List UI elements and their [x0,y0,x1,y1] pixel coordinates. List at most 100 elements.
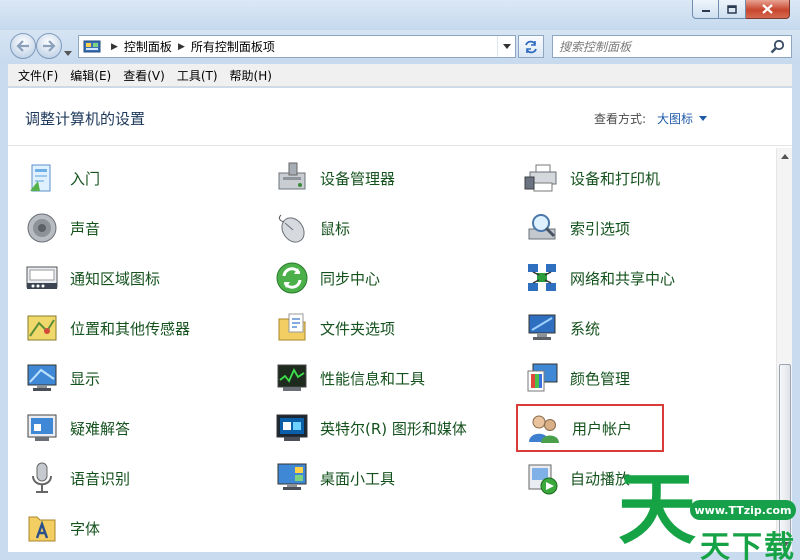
watermark-text: 天下载 [700,530,796,560]
getting-started-icon [24,160,60,196]
arrow-left-icon [16,40,29,52]
item-label: 声音 [70,219,101,238]
item-devices-printers[interactable]: 设备和打印机 [508,158,743,198]
item-system[interactable]: 系统 [508,308,743,348]
back-button[interactable] [10,33,36,59]
item-label: 文件夹选项 [320,319,396,338]
view-by-label: 查看方式: [594,112,647,126]
chevron-up-icon [781,153,789,159]
breadcrumb-separator: ▶ [177,41,185,52]
view-by-dropdown[interactable]: 大图标 [657,110,708,127]
control-panel-icon [83,40,101,52]
breadcrumb-separator: ▶ [111,41,118,52]
arrow-right-icon [43,40,56,52]
item-label: 字体 [70,519,101,538]
menu-help[interactable]: 帮助(H) [225,67,277,84]
item-desktop-gadgets[interactable]: 桌面小工具 [258,458,493,498]
minimize-icon [701,10,710,12]
item-network-sharing[interactable]: 网络和共享中心 [508,258,743,298]
maximize-icon [727,4,737,14]
refresh-icon [525,40,537,53]
item-label: 性能信息和工具 [320,369,426,388]
item-getting-started[interactable]: 入门 [8,158,243,198]
menu-bar: 文件(F) 编辑(E) 查看(V) 工具(T) 帮助(H) [8,64,792,87]
watermark-logo: 天 www.TTzip.com 天下载 [612,462,800,560]
address-dropdown[interactable] [497,36,515,57]
item-user-accounts[interactable]: 用户帐户 [516,404,664,452]
item-label: 用户帐户 [572,419,633,438]
device-manager-icon [274,160,310,196]
notification-area-icon [24,260,60,296]
item-performance[interactable]: 性能信息和工具 [258,358,493,398]
location-sensors-icon [24,310,60,346]
maximize-button[interactable] [719,0,746,19]
troubleshooting-icon [24,410,60,446]
item-label: 入门 [70,169,101,188]
item-device-manager[interactable]: 设备管理器 [258,158,493,198]
item-label: 鼠标 [320,219,351,238]
sync-center-icon [274,260,310,296]
autoplay-icon [524,460,560,496]
display-icon [24,360,60,396]
breadcrumb-all-items[interactable]: 所有控制面板项 [191,38,275,55]
item-label: 颜色管理 [570,369,631,388]
color-management-icon [524,360,560,396]
menu-tools[interactable]: 工具(T) [172,67,223,84]
navigation-bar: ▶ 控制面板 ▶ 所有控制面板项 [0,30,800,64]
minimize-button[interactable] [692,0,719,19]
item-label: 同步中心 [320,269,381,288]
close-icon [762,4,773,14]
item-speech-recognition[interactable]: 语音识别 [8,458,243,498]
chevron-down-icon [502,43,511,49]
content-header: 调整计算机的设置 查看方式: 大图标 [8,88,792,146]
folder-options-icon [274,310,310,346]
item-label: 通知区域图标 [70,269,161,288]
item-sync-center[interactable]: 同步中心 [258,258,493,298]
search-input[interactable] [559,39,759,54]
recent-pages-dropdown[interactable] [64,42,72,61]
intel-graphics-icon [274,410,310,446]
item-color-management[interactable]: 颜色管理 [508,358,743,398]
item-display[interactable]: 显示 [8,358,243,398]
item-fonts[interactable]: 字体 [8,508,243,548]
item-label: 设备和打印机 [570,169,661,188]
item-folder-options[interactable]: 文件夹选项 [258,308,493,348]
indexing-icon [524,210,560,246]
item-label: 英特尔(R) 图形和媒体 [320,419,467,438]
network-icon [524,260,560,296]
item-label: 网络和共享中心 [570,269,676,288]
item-troubleshooting[interactable]: 疑难解答 [8,408,243,448]
window-controls [692,0,790,19]
fonts-icon [24,510,60,546]
devices-printers-icon [524,160,560,196]
item-label: 设备管理器 [320,169,396,188]
item-indexing-options[interactable]: 索引选项 [508,208,743,248]
refresh-button[interactable] [518,35,544,58]
search-icon[interactable] [770,39,785,54]
item-mouse[interactable]: 鼠标 [258,208,493,248]
item-sound[interactable]: 声音 [8,208,243,248]
item-label: 索引选项 [570,219,631,238]
item-location-sensors[interactable]: 位置和其他传感器 [8,308,243,348]
forward-button[interactable] [36,33,62,59]
chevron-down-icon [64,51,72,56]
item-label: 位置和其他传感器 [70,319,191,338]
title-bar [0,0,800,30]
breadcrumb-control-panel[interactable]: 控制面板 [124,38,172,55]
menu-file[interactable]: 文件(F) [8,67,63,84]
user-accounts-icon [526,410,562,446]
item-notification-icons[interactable]: 通知区域图标 [8,258,243,298]
speaker-icon [24,210,60,246]
search-box[interactable] [552,35,792,58]
close-button[interactable] [746,0,790,19]
menu-edit[interactable]: 编辑(E) [65,67,116,84]
performance-icon [274,360,310,396]
scroll-up-button[interactable] [777,148,793,164]
microphone-icon [24,460,60,496]
menu-view[interactable]: 查看(V) [118,67,170,84]
item-label: 语音识别 [70,469,131,488]
item-label: 系统 [570,319,601,338]
item-intel-graphics[interactable]: 英特尔(R) 图形和媒体 [258,408,493,448]
watermark-big-char: 天 [618,465,697,555]
address-bar[interactable]: ▶ 控制面板 ▶ 所有控制面板项 [78,35,516,58]
